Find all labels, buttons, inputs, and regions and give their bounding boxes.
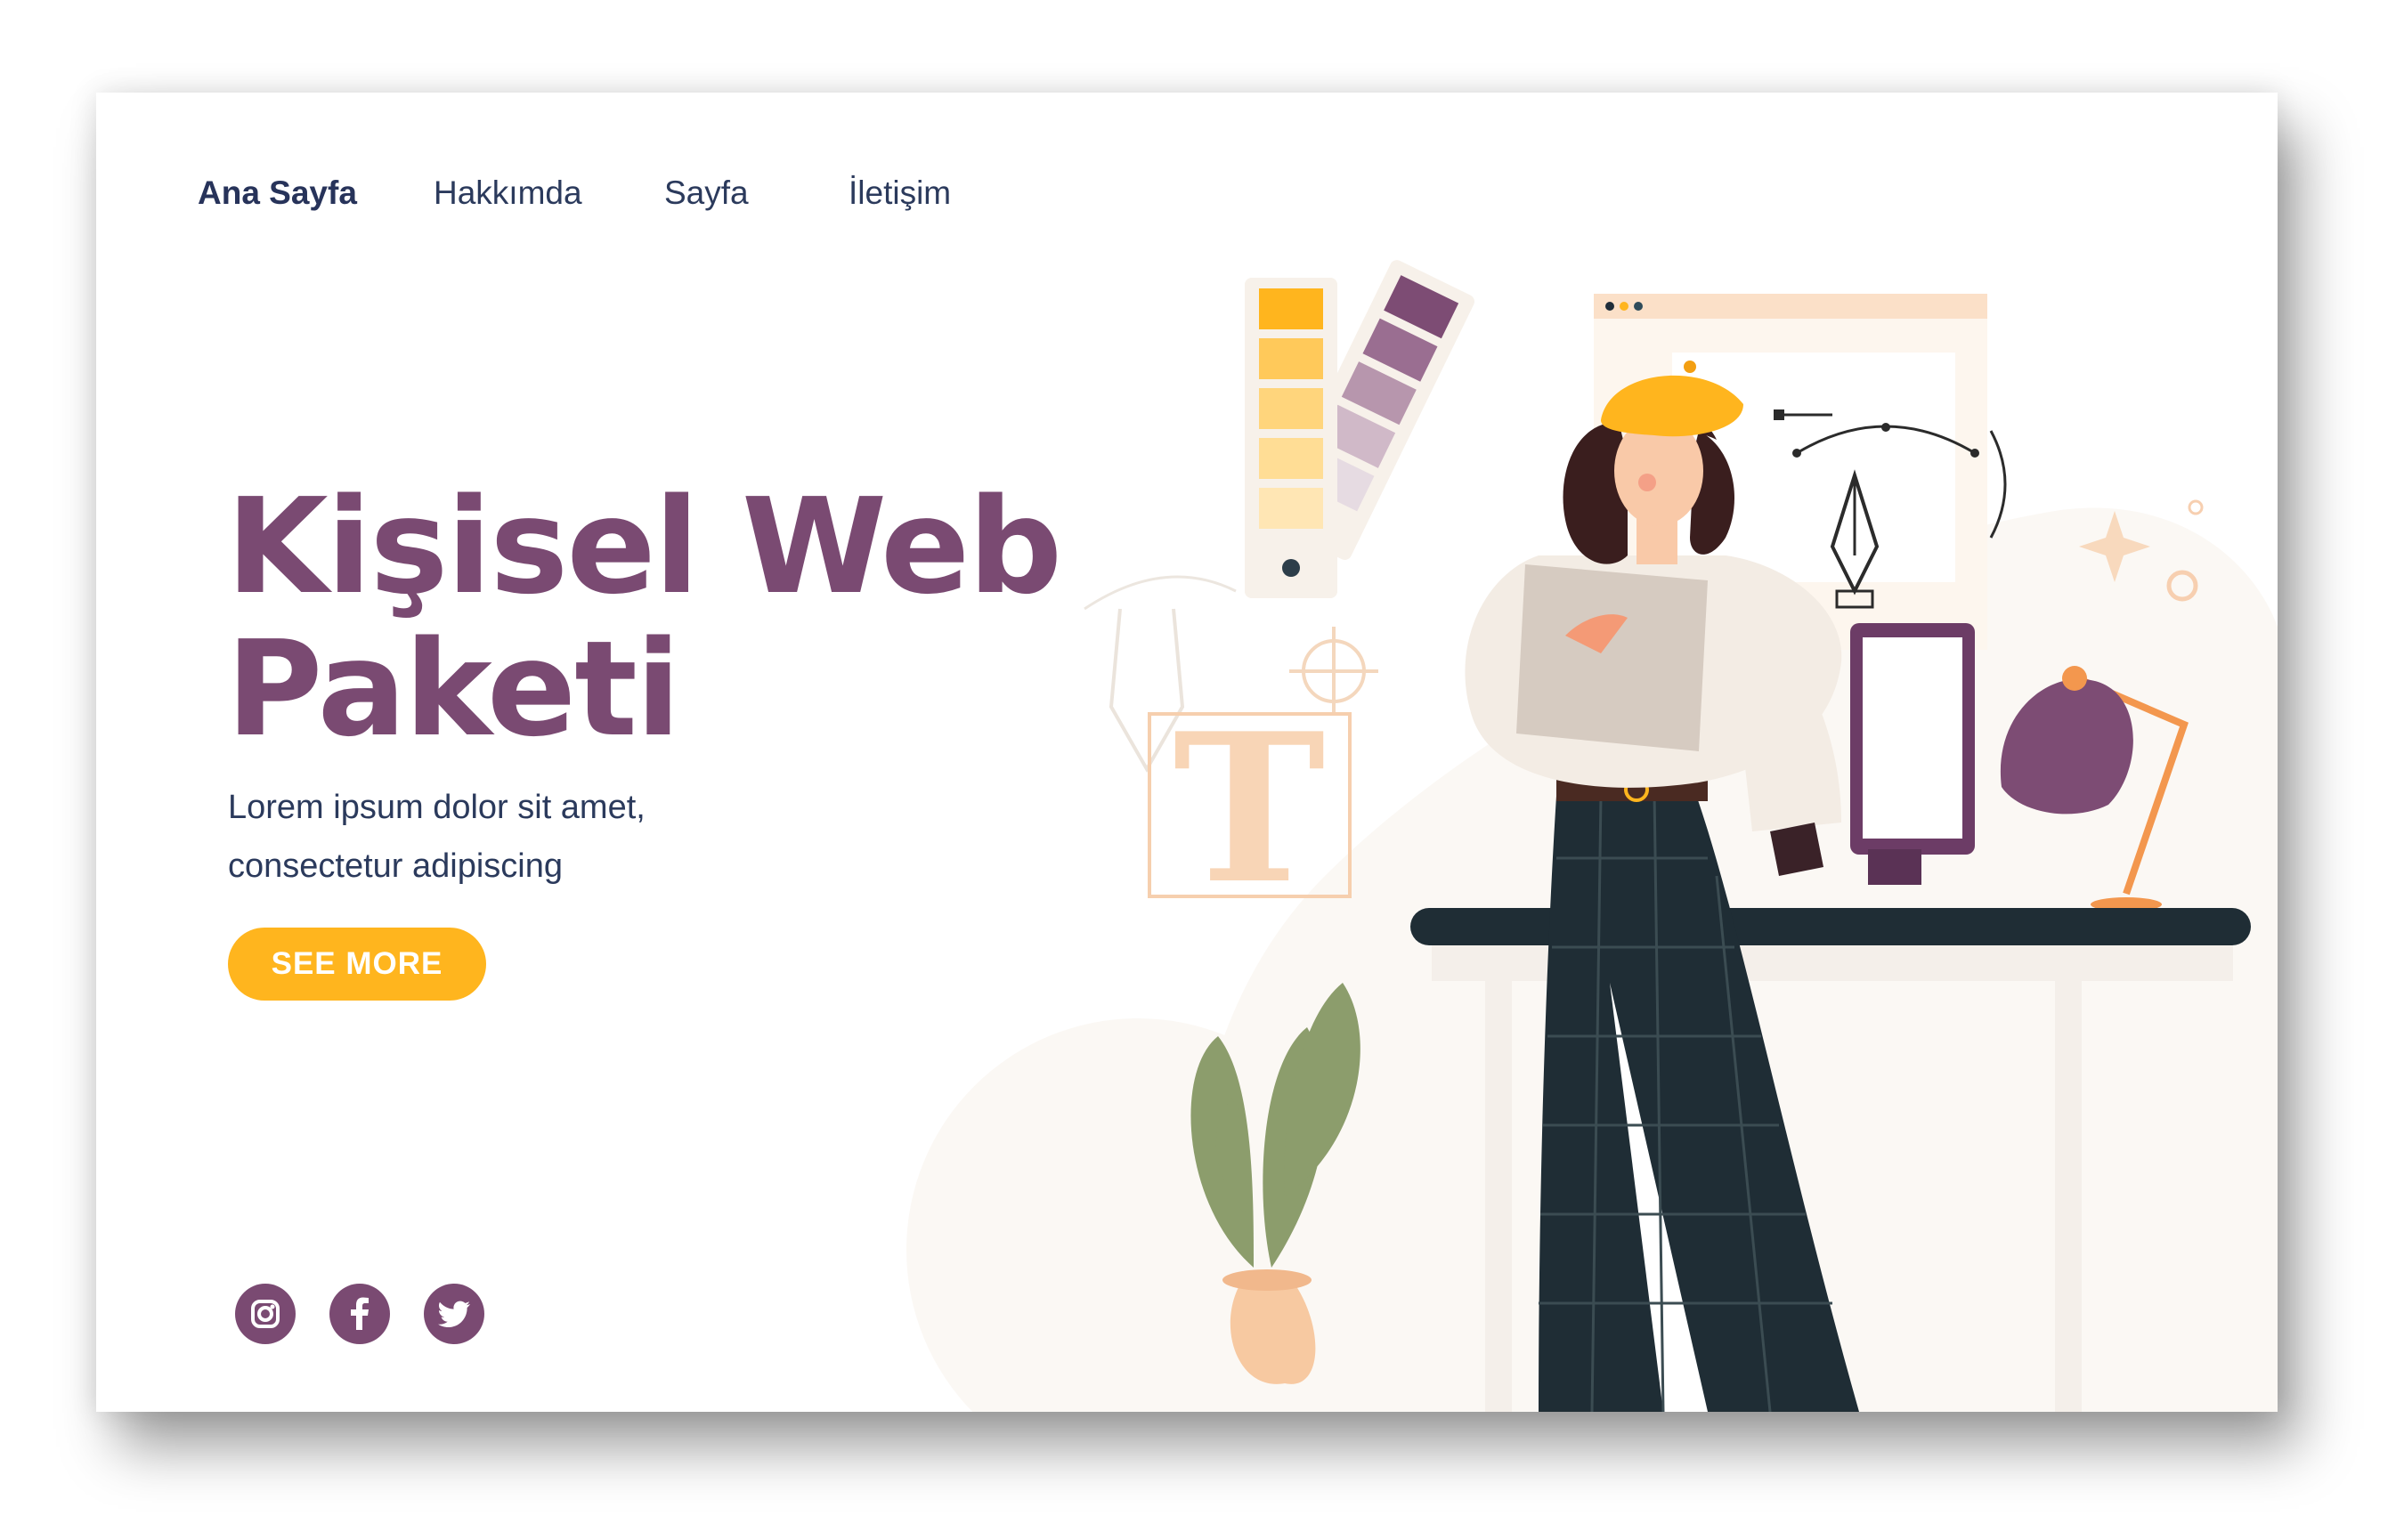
hero-subtitle-line2: consectetur adipiscing — [228, 847, 563, 885]
landing-page-card: T Ana Sayfa Hakkımda Sayfa İletişim Kişi… — [96, 93, 2278, 1412]
see-more-button[interactable]: SEE MORE — [228, 928, 486, 1001]
nav-home[interactable]: Ana Sayfa — [198, 174, 357, 212]
nav-page[interactable]: Sayfa — [664, 174, 749, 212]
nav-about[interactable]: Hakkımda — [434, 174, 582, 212]
twitter-icon[interactable] — [424, 1284, 484, 1344]
hero-subtitle-line1: Lorem ipsum dolor sit amet, — [228, 789, 646, 826]
hero-subtitle: Lorem ipsum dolor sit amet, consectetur … — [228, 778, 851, 896]
facebook-icon[interactable] — [329, 1284, 390, 1344]
hero-title-line1: Kişisel Web — [226, 470, 1062, 623]
hero-title: Kişisel Web Paketi — [226, 475, 1206, 760]
hero-title-line2: Paketi — [226, 612, 681, 766]
instagram-icon[interactable] — [235, 1284, 296, 1344]
nav-contact[interactable]: İletişim — [849, 174, 951, 212]
